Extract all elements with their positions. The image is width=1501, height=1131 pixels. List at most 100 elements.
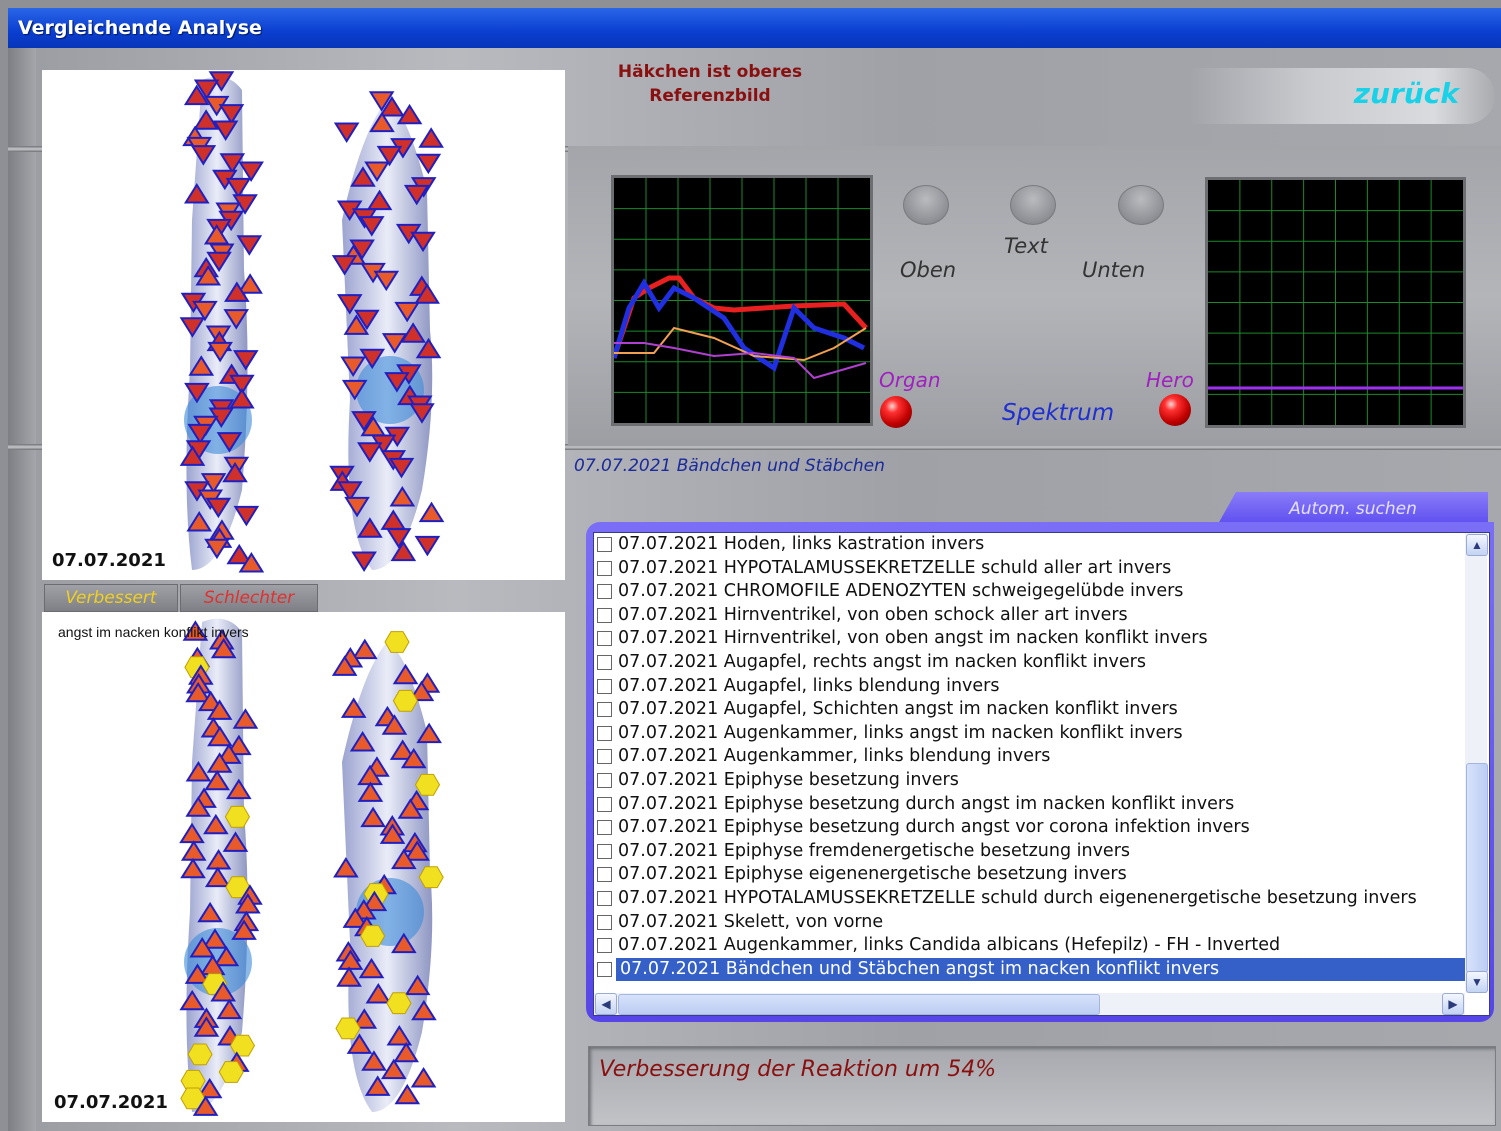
- row-text: 07.07.2021 Hirnventrikel, von oben schoc…: [618, 604, 1128, 625]
- row-text: 07.07.2021 Augapfel, Schichten angst im …: [618, 699, 1178, 720]
- knob-text[interactable]: [1010, 185, 1056, 225]
- list-item[interactable]: 07.07.2021 HYPOTALAMUSSEKRETZELLE schuld…: [594, 887, 1464, 911]
- list-item[interactable]: 07.07.2021 Epiphyse besetzung invers: [594, 769, 1464, 793]
- vertical-scroll-thumb[interactable]: [1466, 763, 1488, 973]
- row-checkbox[interactable]: [597, 867, 612, 883]
- list-item[interactable]: 07.07.2021 Hirnventrikel, von oben schoc…: [594, 604, 1464, 628]
- row-text: 07.07.2021 Bändchen und Stäbchen angst i…: [616, 957, 1466, 982]
- hero-waveform: [1208, 180, 1463, 425]
- left-edge-bar: [8, 48, 36, 1131]
- list-item[interactable]: 07.07.2021 Hirnventrikel, von oben angst…: [594, 627, 1464, 651]
- reference-hint: Häkchen ist oberes Referenzbild: [610, 60, 810, 108]
- hero-scope: [1205, 177, 1466, 428]
- row-checkbox[interactable]: [597, 890, 612, 906]
- row-checkbox[interactable]: [597, 678, 612, 694]
- knob-unten[interactable]: [1118, 185, 1164, 225]
- selected-entry-label: 07.07.2021 Bändchen und Stäbchen: [574, 456, 885, 476]
- scroll-right-icon[interactable]: ▶: [1442, 993, 1464, 1015]
- row-checkbox[interactable]: [597, 914, 612, 930]
- row-text: 07.07.2021 Hoden, links kastration inver…: [618, 534, 985, 554]
- row-text: 07.07.2021 Skelett, von vorne: [618, 911, 884, 932]
- bottom-spine-diagram: [179, 618, 444, 1116]
- row-text: 07.07.2021 CHROMOFILE ADENOZYTEN schweig…: [618, 581, 1184, 602]
- marker-triangle: [333, 122, 360, 143]
- horizontal-scroll-thumb[interactable]: [618, 994, 1100, 1015]
- top-body-image-panel[interactable]: 07.07.2021: [42, 70, 565, 580]
- hint-line1: Häkchen ist oberes: [617, 62, 803, 82]
- organ-scope: [611, 175, 873, 426]
- marker-triangle: [418, 501, 445, 523]
- vertical-scrollbar[interactable]: ▲ ▼: [1465, 533, 1488, 993]
- row-checkbox[interactable]: [597, 631, 612, 647]
- list-item[interactable]: 07.07.2021 Augapfel, links blendung inve…: [594, 675, 1464, 699]
- row-checkbox[interactable]: [597, 584, 612, 600]
- row-checkbox[interactable]: [597, 796, 612, 812]
- list-item[interactable]: 07.07.2021 Epiphyse besetzung durch angs…: [594, 793, 1464, 817]
- list-item[interactable]: 07.07.2021 Augenkammer, links blendung i…: [594, 745, 1464, 769]
- row-checkbox[interactable]: [597, 537, 612, 552]
- list-item[interactable]: 07.07.2021 Augapfel, rechts angst im nac…: [594, 651, 1464, 675]
- organ-led-button[interactable]: [880, 396, 912, 428]
- row-text: 07.07.2021 Augapfel, rechts angst im nac…: [618, 651, 1146, 672]
- row-checkbox[interactable]: [597, 702, 612, 718]
- row-checkbox[interactable]: [597, 820, 612, 836]
- title-bar: Vergleichende Analyse: [8, 8, 1501, 48]
- analysis-list[interactable]: 07.07.2021 Hoden, links kastration inver…: [593, 532, 1490, 1016]
- hint-line2: Referenzbild: [649, 86, 771, 106]
- scroll-left-icon[interactable]: ◀: [595, 993, 617, 1015]
- list-item[interactable]: 07.07.2021 Bändchen und Stäbchen angst i…: [594, 957, 1466, 982]
- row-checkbox[interactable]: [597, 654, 612, 670]
- horizontal-scrollbar[interactable]: ◀ ▶: [594, 993, 1465, 1015]
- auto-search-button[interactable]: Autom. suchen: [1218, 492, 1488, 524]
- tab-schlechter[interactable]: Schlechter: [180, 584, 318, 612]
- row-text: 07.07.2021 Epiphyse besetzung invers: [618, 769, 959, 790]
- marker-triangle: [418, 127, 444, 148]
- list-rows: 07.07.2021 Hoden, links kastration inver…: [594, 533, 1466, 982]
- list-item[interactable]: 07.07.2021 Augenkammer, links Candida al…: [594, 934, 1464, 958]
- row-checkbox[interactable]: [597, 725, 612, 741]
- list-item[interactable]: 07.07.2021 Epiphyse fremdenergetische be…: [594, 840, 1464, 864]
- list-item[interactable]: 07.07.2021 HYPOTALAMUSSEKRETZELLE schuld…: [594, 557, 1464, 581]
- hero-led-button[interactable]: [1159, 394, 1191, 426]
- list-item[interactable]: 07.07.2021 Epiphyse besetzung durch angs…: [594, 816, 1464, 840]
- row-text: 07.07.2021 Augenkammer, links blendung i…: [618, 746, 1051, 767]
- row-text: 07.07.2021 Epiphyse eigenenergetische be…: [618, 864, 1127, 885]
- list-item[interactable]: 07.07.2021 Augapfel, Schichten angst im …: [594, 698, 1464, 722]
- tab-verbessert[interactable]: Verbessert: [44, 584, 178, 612]
- organ-label: Organ: [879, 368, 941, 392]
- bottom-image-caption: angst im nacken konflikt invers: [58, 624, 249, 640]
- row-text: 07.07.2021 Hirnventrikel, von oben angst…: [618, 628, 1208, 649]
- spektrum-button[interactable]: Spektrum: [1002, 400, 1114, 426]
- row-checkbox[interactable]: [597, 938, 612, 954]
- knob-oben[interactable]: [903, 185, 949, 225]
- row-checkbox[interactable]: [597, 607, 612, 623]
- row-text: 07.07.2021 Augenkammer, links angst im n…: [618, 722, 1183, 743]
- marker-triangle: [410, 1067, 437, 1088]
- row-checkbox[interactable]: [597, 843, 612, 859]
- row-text: 07.07.2021 Augenkammer, links Candida al…: [618, 935, 1281, 956]
- scroll-up-icon[interactable]: ▲: [1466, 534, 1488, 556]
- row-checkbox[interactable]: [597, 560, 612, 576]
- scroll-down-icon[interactable]: ▼: [1466, 971, 1488, 993]
- row-checkbox[interactable]: [597, 961, 612, 977]
- list-item[interactable]: 07.07.2021 Skelett, von vorne: [594, 911, 1464, 935]
- row-text: 07.07.2021 Augapfel, links blendung inve…: [618, 675, 1000, 696]
- list-item[interactable]: 07.07.2021 Epiphyse eigenenergetische be…: [594, 863, 1464, 887]
- row-checkbox[interactable]: [597, 772, 612, 788]
- knob-text-label: Text: [1004, 234, 1048, 258]
- marker-triangle: [352, 638, 378, 660]
- row-text: 07.07.2021 Epiphyse fremdenergetische be…: [618, 840, 1131, 861]
- bottom-body-image-panel[interactable]: angst im nacken konflikt invers 07.07.20…: [42, 612, 565, 1122]
- list-item[interactable]: 07.07.2021 Hoden, links kastration inver…: [594, 533, 1464, 557]
- window-title: Vergleichende Analyse: [18, 17, 262, 39]
- marker-triangle: [238, 161, 264, 182]
- row-text: 07.07.2021 Epiphyse besetzung durch angs…: [618, 817, 1250, 838]
- row-text: 07.07.2021 HYPOTALAMUSSEKRETZELLE schuld…: [618, 887, 1417, 908]
- list-item[interactable]: 07.07.2021 CHROMOFILE ADENOZYTEN schweig…: [594, 580, 1464, 604]
- marker-triangle: [414, 535, 441, 557]
- list-item[interactable]: 07.07.2021 Augenkammer, links angst im n…: [594, 722, 1464, 746]
- top-image-date: 07.07.2021: [52, 550, 166, 571]
- bottom-image-date: 07.07.2021: [54, 1092, 168, 1113]
- back-button[interactable]: zurück: [1190, 68, 1495, 124]
- row-checkbox[interactable]: [597, 749, 612, 765]
